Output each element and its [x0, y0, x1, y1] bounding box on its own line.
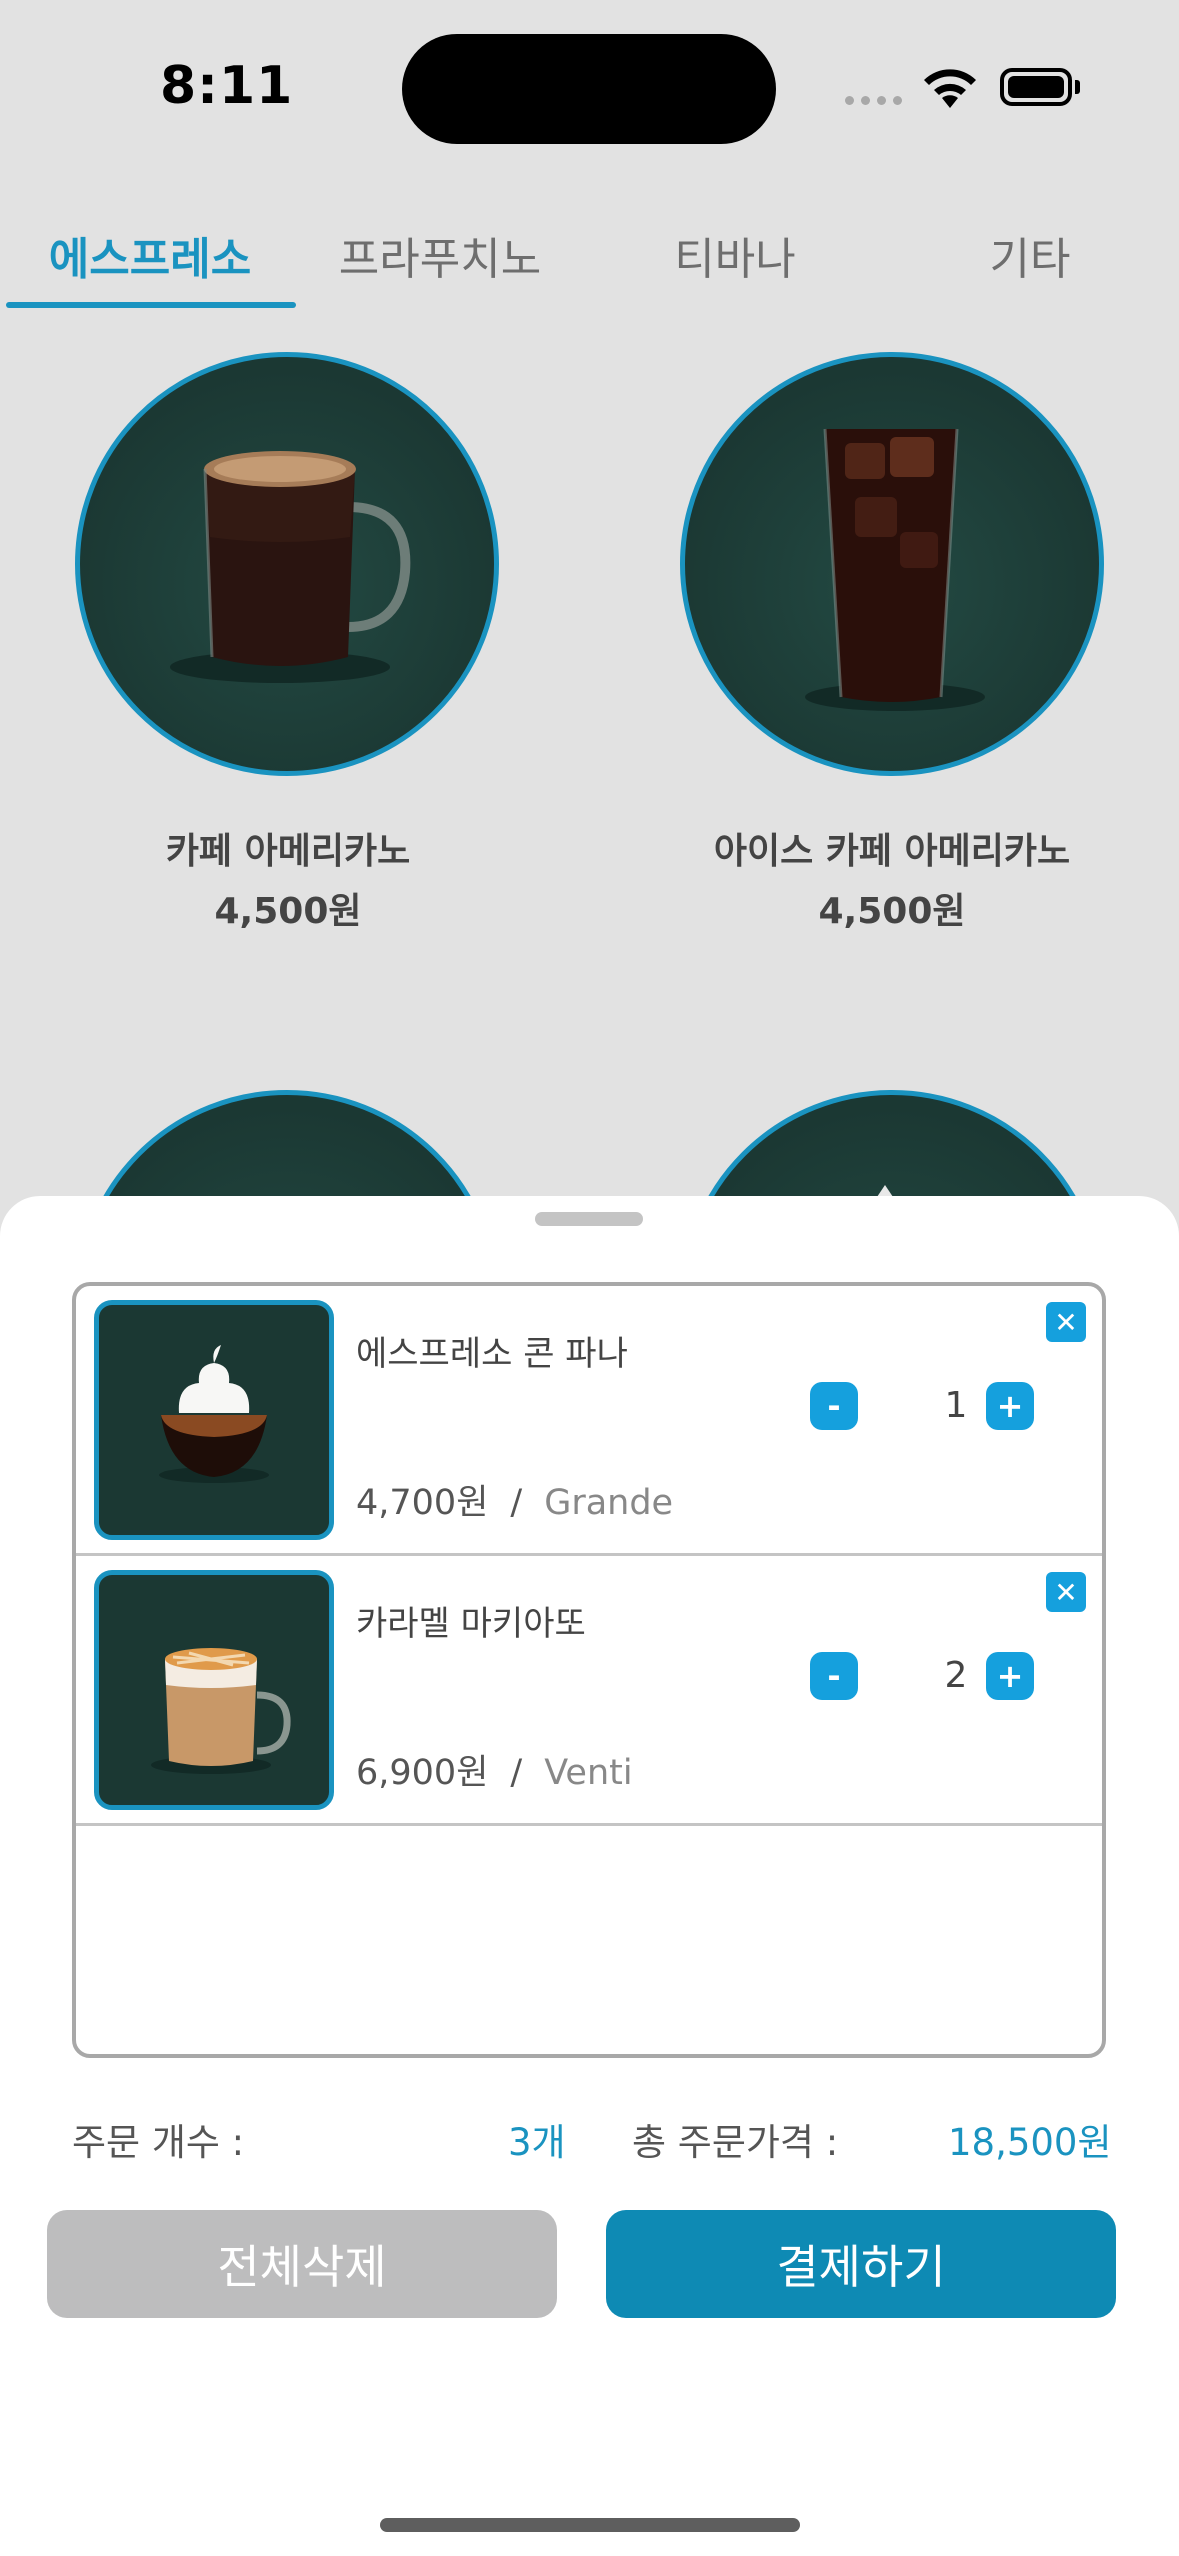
decrease-quantity-button[interactable]: - — [810, 1382, 858, 1430]
product-image-americano[interactable] — [75, 352, 499, 776]
cart-item-name: 에스프레소 콘 파나 — [356, 1334, 628, 1374]
cart-list[interactable]: 에스프레소 콘 파나 4,700원 / Grande ✕ - 1 + 카라멜 마… — [72, 1282, 1106, 2058]
clear-all-button[interactable]: 전체삭제 — [47, 2210, 557, 2318]
battery-icon — [1000, 68, 1072, 106]
price-size-separator: / — [510, 1753, 523, 1793]
battery-cap — [1075, 80, 1080, 94]
tab-espresso[interactable]: 에스프레소 — [20, 200, 280, 310]
dynamic-island — [402, 34, 776, 144]
close-icon: ✕ — [1054, 1305, 1078, 1339]
category-tabs: 에스프레소 프라푸치노 티바나 기타 — [0, 200, 1179, 310]
cart-item-size: Venti — [544, 1753, 633, 1793]
quantity-value: 2 — [944, 1655, 968, 1696]
cart-item-size: Grande — [544, 1483, 674, 1523]
increase-quantity-button[interactable]: + — [986, 1382, 1034, 1430]
product-name: 아이스 카페 아메리카노 — [713, 831, 1071, 872]
cart-item-price-row: 4,700원 / Grande — [356, 1474, 673, 1525]
tab-frappuccino[interactable]: 프라푸치노 — [310, 200, 570, 310]
product-price: 4,500원 — [818, 891, 966, 932]
tab-active-indicator — [6, 302, 296, 308]
total-price-label: 총 주문가격 : — [632, 2121, 839, 2164]
product-name: 카페 아메리카노 — [165, 831, 411, 872]
increase-quantity-button[interactable]: + — [986, 1652, 1034, 1700]
tab-teavana[interactable]: 티바나 — [610, 200, 860, 310]
wifi-icon — [924, 69, 976, 108]
cart-item-price-row: 6,900원 / Venti — [356, 1744, 633, 1795]
cellular-signal-icon — [845, 96, 902, 105]
cart-item-image-espresso-con-panna — [94, 1300, 334, 1540]
quantity-value: 1 — [944, 1385, 968, 1426]
cart-item-name: 카라멜 마키아또 — [356, 1604, 586, 1644]
product-image-iced-americano[interactable] — [680, 352, 1104, 776]
cart-item: 카라멜 마키아또 6,900원 / Venti ✕ - 2 + — [76, 1556, 1102, 1826]
tab-etc[interactable]: 기타 — [900, 200, 1160, 310]
cart-item-price: 6,900원 — [356, 1753, 489, 1793]
order-count-label: 주문 개수 : — [72, 2121, 245, 2164]
remove-item-button[interactable]: ✕ — [1046, 1302, 1086, 1342]
home-indicator — [380, 2518, 800, 2532]
cart-item-image-caramel-macchiato — [94, 1570, 334, 1810]
status-time: 8:11 — [160, 56, 294, 116]
product-price: 4,500원 — [214, 891, 362, 932]
cart-item: 에스프레소 콘 파나 4,700원 / Grande ✕ - 1 + — [76, 1286, 1102, 1556]
sheet-drag-handle[interactable] — [535, 1212, 643, 1226]
decrease-quantity-button[interactable]: - — [810, 1652, 858, 1700]
total-price-value: 18,500원 — [948, 2121, 1112, 2164]
price-size-separator: / — [510, 1483, 523, 1523]
order-count-value: 3개 — [508, 2121, 566, 2164]
pay-button[interactable]: 결제하기 — [606, 2210, 1116, 2318]
remove-item-button[interactable]: ✕ — [1046, 1572, 1086, 1612]
close-icon: ✕ — [1054, 1575, 1078, 1609]
cart-item-price: 4,700원 — [356, 1483, 489, 1523]
